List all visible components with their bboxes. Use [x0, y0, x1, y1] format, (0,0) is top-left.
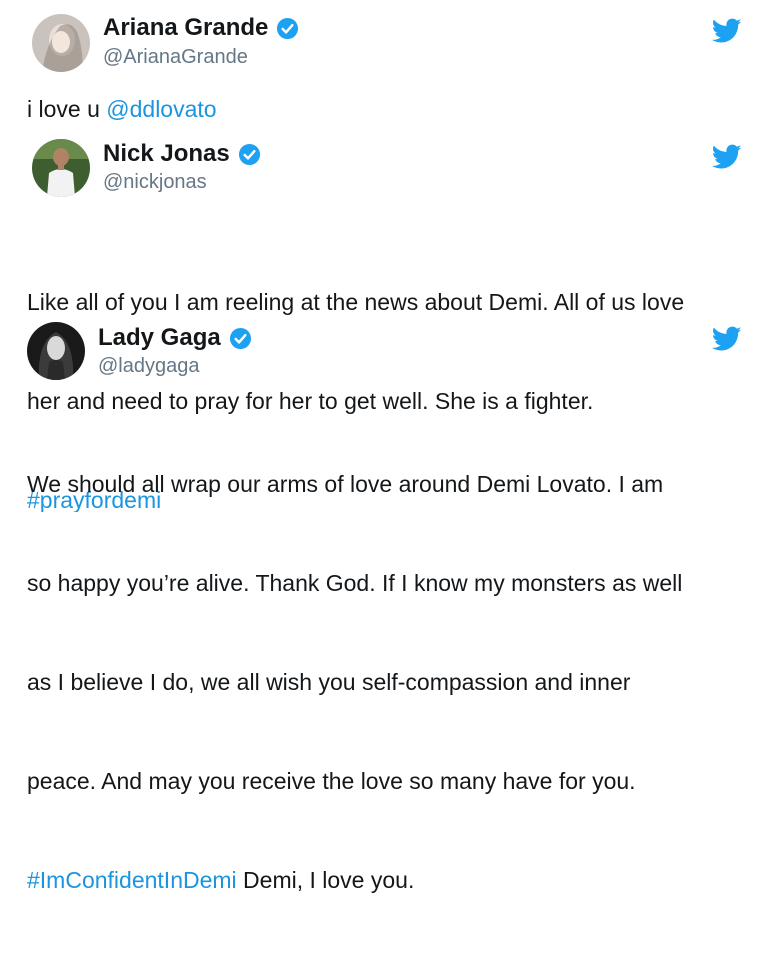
tweet-text: We should all wrap our arms of love arou… — [27, 402, 682, 963]
twitter-bird-icon[interactable] — [711, 326, 742, 352]
display-name[interactable]: Lady Gaga — [98, 324, 221, 352]
tweet-text-line-last: #ImConfidentInDemi Demi, I love you. — [27, 864, 682, 897]
user-handle[interactable]: @ladygaga — [98, 355, 199, 378]
tweet-text-line: peace. And may you receive the love so m… — [27, 768, 636, 794]
avatar[interactable] — [27, 322, 85, 380]
hashtag-link[interactable]: #ImConfidentInDemi — [27, 867, 237, 893]
tweet-gaga: Lady Gaga @ladygaga We should all wrap o… — [0, 0, 770, 893]
verified-badge-icon — [229, 327, 252, 350]
tweet-text-line: as I believe I do, we all wish you self-… — [27, 669, 631, 695]
tweet-text-line: so happy you’re alive. Thank God. If I k… — [27, 570, 683, 596]
tweet-text-line: We should all wrap our arms of love arou… — [27, 471, 664, 497]
tweet-text-plain: Demi, I love you. — [236, 867, 415, 893]
